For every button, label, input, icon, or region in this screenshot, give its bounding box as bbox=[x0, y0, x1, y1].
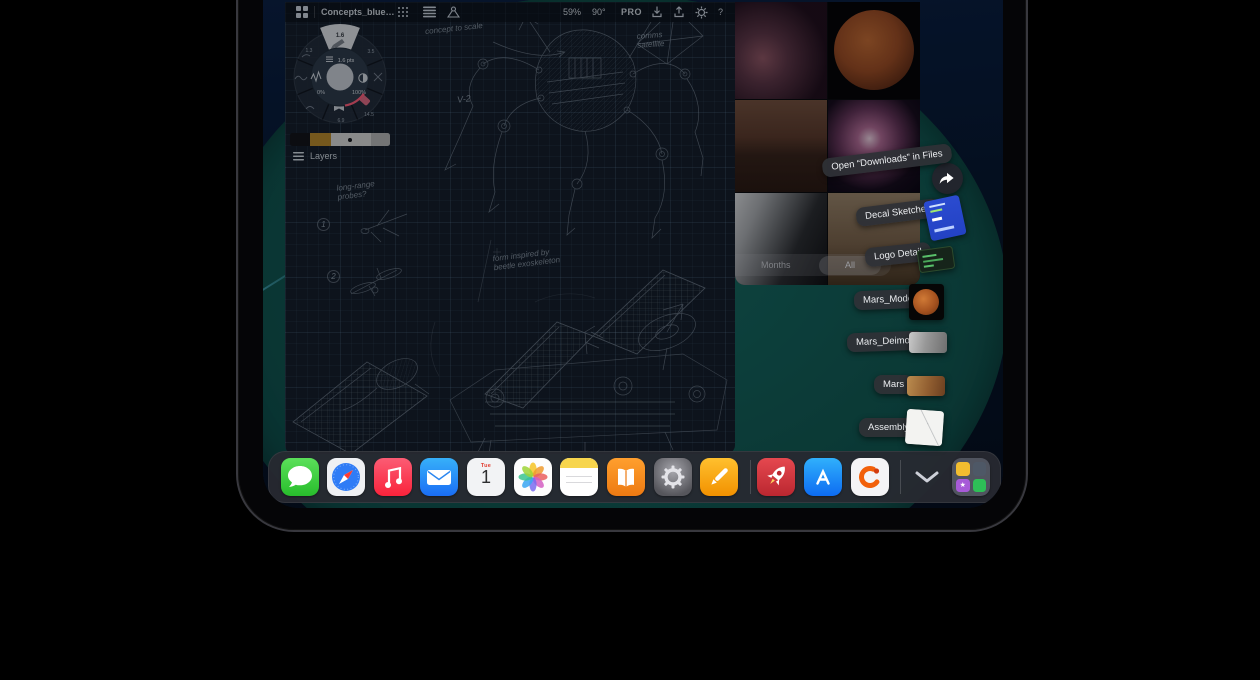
safari-icon bbox=[327, 458, 365, 496]
rocket-icon bbox=[757, 458, 795, 496]
dock-app-messages[interactable] bbox=[281, 458, 319, 496]
dock-app-rocket[interactable] bbox=[757, 458, 795, 496]
concepts-c-icon bbox=[851, 458, 889, 496]
drag-thumb-mars-model[interactable] bbox=[909, 284, 944, 320]
mini-tips-icon bbox=[956, 462, 970, 476]
dock-app-calendar[interactable]: Tue 1 bbox=[467, 458, 505, 496]
messages-icon bbox=[281, 458, 319, 496]
mail-icon bbox=[420, 458, 458, 496]
notes-band bbox=[560, 458, 598, 468]
share-action-button[interactable] bbox=[932, 163, 963, 194]
calendar-day: 1 bbox=[467, 467, 505, 488]
dock-app-appstore[interactable] bbox=[804, 458, 842, 496]
dock-app-concepts[interactable] bbox=[851, 458, 889, 496]
drag-thumb-mars-deimos[interactable] bbox=[909, 332, 947, 353]
dock: Tue 1 bbox=[268, 451, 1001, 503]
mini-camera-icon bbox=[973, 462, 987, 476]
mini-star-icon: ★ bbox=[956, 479, 970, 493]
app-library-tiles: ★ bbox=[956, 462, 986, 492]
dock-app-library[interactable]: ★ bbox=[952, 458, 990, 496]
drag-thumb-mars[interactable] bbox=[907, 376, 945, 396]
dock-divider-2 bbox=[900, 460, 901, 494]
dock-app-mail[interactable] bbox=[420, 458, 458, 496]
dock-app-pages[interactable] bbox=[700, 458, 738, 496]
dock-chevron-down[interactable] bbox=[913, 468, 941, 486]
forward-arrow-icon bbox=[936, 167, 958, 189]
dock-app-notes[interactable] bbox=[560, 458, 598, 496]
books-icon bbox=[607, 458, 645, 496]
ipad-device: concept to scale comms satellite V-2 lon… bbox=[236, 0, 1028, 532]
dock-app-safari[interactable] bbox=[327, 458, 365, 496]
music-icon bbox=[374, 458, 412, 496]
appstore-icon bbox=[804, 458, 842, 496]
drag-thumb-assembly[interactable] bbox=[905, 409, 944, 446]
dock-app-photos[interactable] bbox=[514, 458, 552, 496]
pages-pen-icon bbox=[700, 458, 738, 496]
mini-podcasts-icon bbox=[973, 479, 987, 493]
dock-app-music[interactable] bbox=[374, 458, 412, 496]
dock-divider-1 bbox=[750, 460, 751, 494]
settings-icon bbox=[654, 458, 692, 496]
photos-icon bbox=[514, 458, 552, 496]
dock-app-books[interactable] bbox=[607, 458, 645, 496]
ipad-screen: concept to scale comms satellite V-2 lon… bbox=[263, 0, 1003, 508]
dock-app-settings[interactable] bbox=[654, 458, 692, 496]
